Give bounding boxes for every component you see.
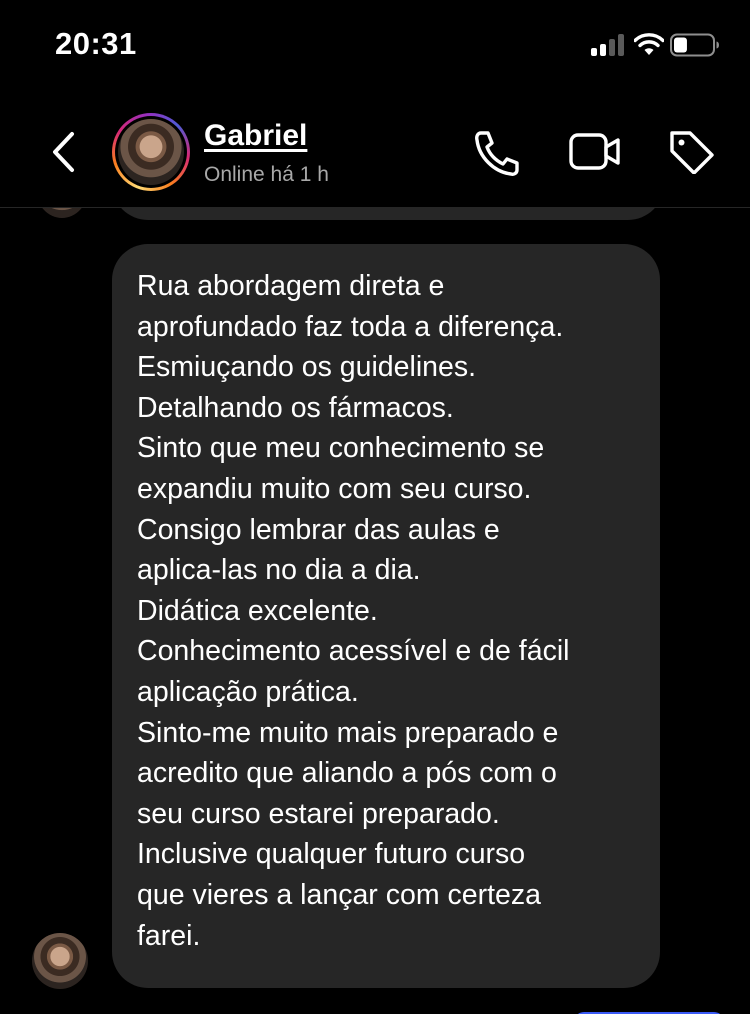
back-button[interactable] xyxy=(44,130,84,174)
phone-icon[interactable] xyxy=(472,130,522,176)
tag-icon[interactable] xyxy=(667,128,717,174)
message-bubble[interactable]: Rua abordagem direta e aprofundado faz to… xyxy=(112,244,660,988)
status-bar: 20:31 xyxy=(0,0,750,92)
message-line: farei. xyxy=(137,919,201,952)
cellular-signal-icon xyxy=(591,34,627,56)
message-line: Sinto que meu conhecimento se xyxy=(137,432,545,465)
message-line: aplica-las no dia a dia. xyxy=(137,554,421,587)
message-line: expandiu muito com seu curso. xyxy=(137,472,532,505)
message-line: Inclusive qualquer futuro curso xyxy=(137,838,526,871)
battery-icon xyxy=(670,33,719,57)
wifi-icon xyxy=(634,33,664,55)
sender-avatar[interactable] xyxy=(32,933,88,989)
chat-header: Gabriel Online há 1 h xyxy=(0,92,750,208)
message-line: aprofundado faz toda a diferença. xyxy=(137,310,564,343)
message-line: Conhecimento acessível e de fácil xyxy=(137,635,570,668)
message-line: seu curso estarei preparado. xyxy=(137,797,500,830)
message-line: Sinto-me muito mais preparado e xyxy=(137,716,559,749)
contact-name[interactable]: Gabriel xyxy=(204,119,307,153)
message-line: que vieres a lançar com certeza xyxy=(137,878,541,911)
avatar-photo xyxy=(118,119,184,185)
video-camera-icon[interactable] xyxy=(568,130,622,174)
previous-sender-avatar xyxy=(36,208,88,218)
message-text: Rua abordagem direta e aprofundado faz to… xyxy=(137,266,636,956)
message-list[interactable]: Rua abordagem direta e aprofundado faz to… xyxy=(0,208,750,1014)
contact-status: Online há 1 h xyxy=(204,163,329,186)
message-line: Consigo lembrar das aulas e xyxy=(137,513,500,546)
previous-message-bubble[interactable] xyxy=(112,208,664,220)
message-line: Esmiuçando os guidelines. xyxy=(137,351,477,384)
message-line: Didática excelente. xyxy=(137,594,378,627)
status-time: 20:31 xyxy=(55,26,137,61)
chat-screen: 20:31 Gabriel Online há 1 h Rua abordage… xyxy=(0,0,750,1014)
message-line: aplicação prática. xyxy=(137,675,359,708)
message-line: Detalhando os fármacos. xyxy=(137,391,454,424)
message-line: Rua abordagem direta e xyxy=(137,270,445,302)
contact-avatar[interactable] xyxy=(112,113,190,191)
message-line: acredito que aliando a pós com o xyxy=(137,757,557,790)
